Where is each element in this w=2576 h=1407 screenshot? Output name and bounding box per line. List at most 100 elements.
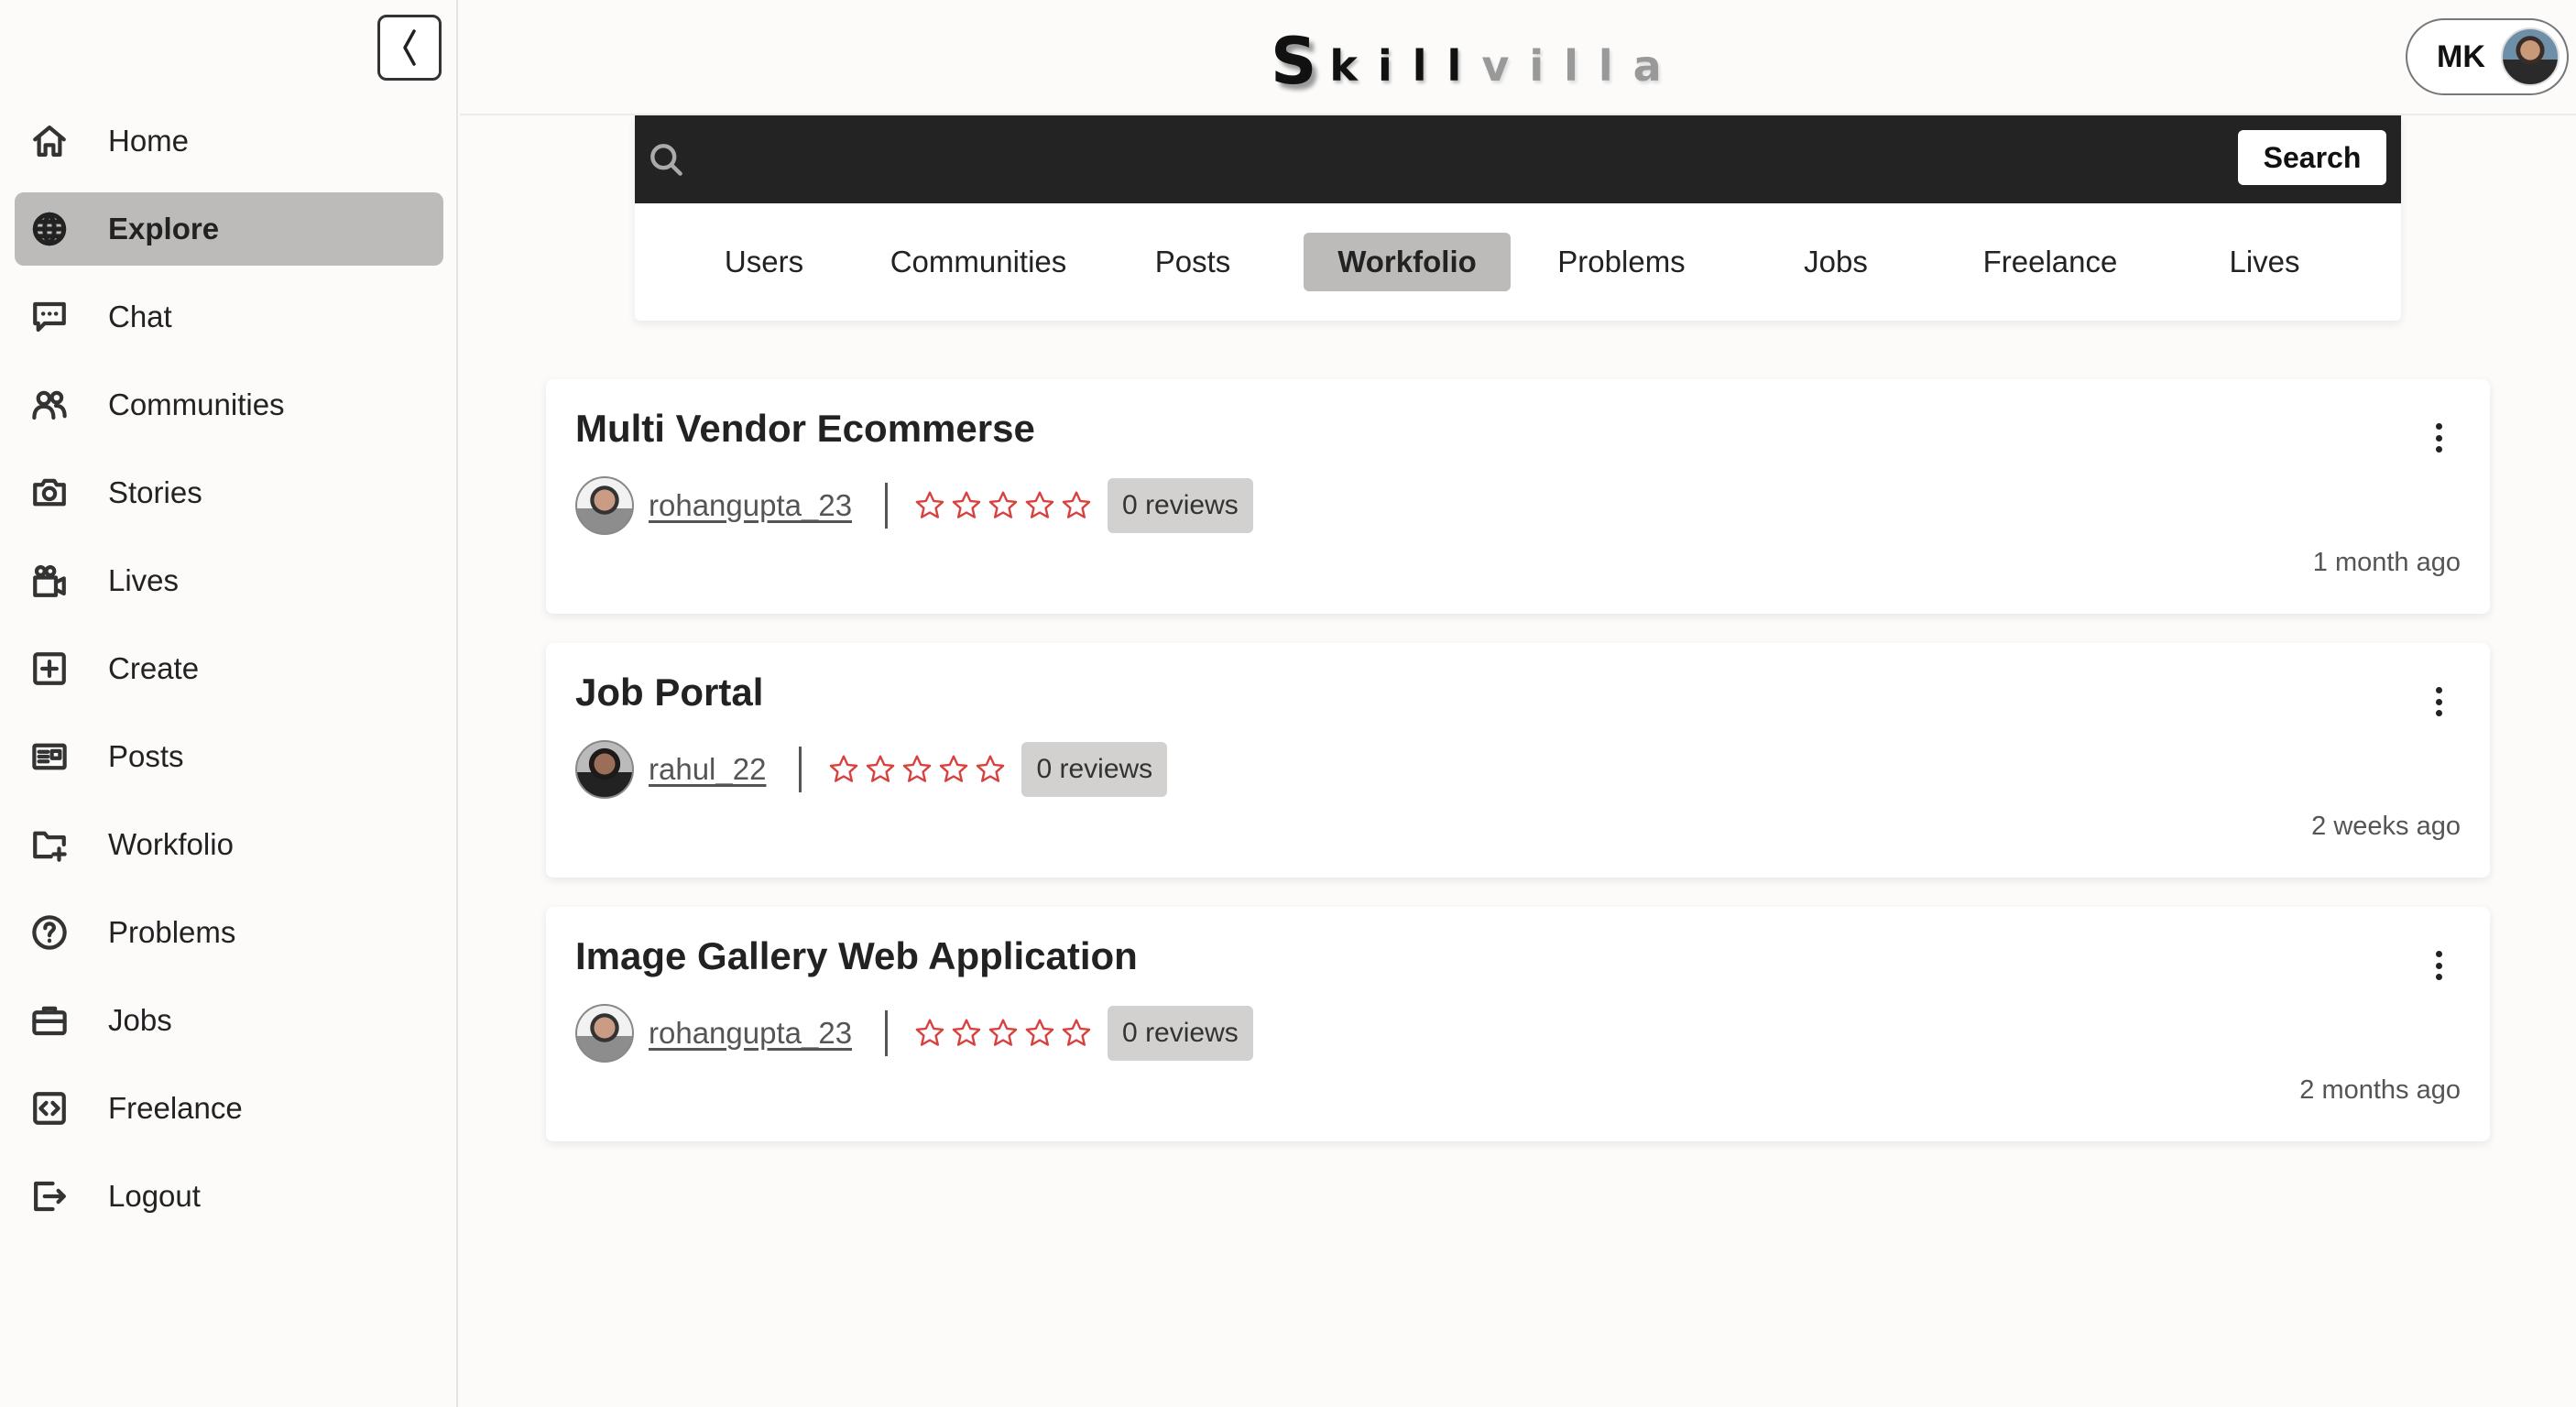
star-rating (913, 1017, 1093, 1050)
star-rating (913, 489, 1093, 522)
author-link[interactable]: rohangupta_23 (649, 1016, 852, 1051)
sidebar-item-label: Explore (108, 212, 220, 245)
explore-tabs: Users Communities Posts Workfolio Proble… (660, 233, 2375, 291)
sidebar-item-workfolio[interactable]: Workfolio (15, 808, 443, 881)
tab-users[interactable]: Users (660, 233, 868, 291)
sidebar-item-chat[interactable]: Chat (15, 280, 443, 354)
star-icon (977, 755, 1005, 782)
star-icon (1062, 491, 1091, 518)
meta-divider (885, 1010, 889, 1056)
user-profile-button[interactable]: MK (2406, 18, 2569, 95)
author-avatar[interactable] (575, 1004, 634, 1063)
sidebar-item-label: Communities (108, 387, 285, 421)
more-options-icon[interactable] (2428, 420, 2450, 456)
sidebar-item-label: Problems (108, 915, 236, 949)
star-icon (988, 1019, 1018, 1046)
tab-jobs[interactable]: Jobs (1732, 233, 1939, 291)
star-icon (915, 491, 944, 518)
workfolio-card[interactable]: Image Gallery Web Application rohangupta… (546, 907, 2490, 1141)
logo-wordmark: killvilla (1329, 38, 1681, 93)
sidebar-item-home[interactable]: Home (15, 104, 443, 178)
tab-workfolio[interactable]: Workfolio (1304, 233, 1511, 291)
users-icon (29, 385, 70, 425)
search-input[interactable] (699, 128, 1945, 191)
tab-lives[interactable]: Lives (2161, 233, 2368, 291)
sidebar-item-lives[interactable]: Lives (15, 544, 443, 617)
author-link[interactable]: rahul_22 (649, 752, 766, 787)
globe-icon (29, 209, 70, 249)
tab-freelance[interactable]: Freelance (1947, 233, 2154, 291)
logo-wordmark-dark: kill (1329, 41, 1482, 91)
explore-search-panel: Search Users Communities Posts Workfolio… (635, 115, 2401, 321)
reviews-badge[interactable]: 0 reviews (1108, 478, 1253, 533)
sidebar-item-posts[interactable]: Posts (15, 720, 443, 793)
workfolio-card[interactable]: Multi Vendor Ecommerse rohangupta_23 0 r… (546, 379, 2490, 614)
workfolio-title[interactable]: Image Gallery Web Application (575, 934, 1138, 978)
sidebar-item-jobs[interactable]: Jobs (15, 984, 443, 1057)
more-options-icon[interactable] (2428, 947, 2450, 984)
search-icon (646, 139, 686, 180)
author-avatar[interactable] (575, 476, 634, 535)
sidebar-item-problems[interactable]: Problems (15, 896, 443, 969)
workfolio-title[interactable]: Job Portal (575, 671, 763, 714)
star-icon (952, 491, 981, 518)
workfolio-card[interactable]: Job Portal rahul_22 0 reviews 2 weeks ag… (546, 643, 2490, 878)
skillvilla-logo[interactable]: S killvilla (1271, 26, 1682, 93)
tab-posts[interactable]: Posts (1089, 233, 1296, 291)
sidebar-item-label: Workfolio (108, 827, 234, 861)
camera-icon (29, 473, 70, 513)
sidebar-item-create[interactable]: Create (15, 632, 443, 705)
timestamp: 1 month ago (2312, 548, 2461, 577)
chevron-left-icon (403, 29, 416, 66)
star-icon (1062, 1019, 1091, 1046)
star-icon (915, 1019, 944, 1046)
reviews-badge[interactable]: 0 reviews (1021, 742, 1168, 797)
workfolio-title[interactable]: Multi Vendor Ecommerse (575, 407, 1035, 451)
sidebar-nav: Home Explore Chat Communities Stories Li… (15, 104, 443, 1248)
star-icon (903, 755, 932, 782)
star-icon (940, 755, 968, 782)
more-options-icon[interactable] (2428, 683, 2450, 720)
workfolio-meta: rahul_22 0 reviews (575, 740, 1168, 799)
logo-wordmark-light: villa (1481, 41, 1682, 91)
author-link[interactable]: rohangupta_23 (649, 488, 852, 523)
tab-communities[interactable]: Communities (875, 233, 1082, 291)
star-icon (952, 1019, 981, 1046)
sidebar: Home Explore Chat Communities Stories Li… (0, 0, 458, 1407)
user-initials: MK (2437, 38, 2485, 74)
timestamp: 2 weeks ago (2311, 812, 2461, 841)
sidebar-item-label: Chat (108, 300, 172, 333)
tab-problems[interactable]: Problems (1518, 233, 1725, 291)
workfolio-meta: rohangupta_23 0 reviews (575, 476, 1253, 535)
star-icon (1025, 491, 1054, 518)
search-button[interactable]: Search (2238, 130, 2386, 185)
search-bar: Search (635, 115, 2401, 203)
star-icon (830, 755, 858, 782)
logo-initial: S (1271, 24, 1317, 99)
sidebar-item-logout[interactable]: Logout (15, 1160, 443, 1233)
collapse-sidebar-button[interactable] (377, 15, 442, 81)
sidebar-item-explore[interactable]: Explore (15, 192, 443, 266)
newspaper-icon (29, 736, 70, 777)
sidebar-item-label: Lives (108, 563, 180, 597)
sidebar-item-stories[interactable]: Stories (15, 456, 443, 529)
chat-icon (29, 297, 70, 337)
sidebar-item-label: Stories (108, 475, 202, 509)
sidebar-item-communities[interactable]: Communities (15, 368, 443, 442)
timestamp: 2 months ago (2299, 1075, 2461, 1105)
reviews-badge[interactable]: 0 reviews (1108, 1006, 1253, 1061)
video-icon (29, 561, 70, 601)
plus-square-icon (29, 649, 70, 689)
code-icon (29, 1088, 70, 1129)
meta-divider (885, 483, 889, 529)
folder-plus-icon (29, 824, 70, 865)
sidebar-item-label: Posts (108, 739, 184, 773)
star-icon (1025, 1019, 1054, 1046)
sidebar-item-label: Home (108, 124, 190, 158)
star-icon (988, 491, 1018, 518)
star-icon (867, 755, 895, 782)
sidebar-item-freelance[interactable]: Freelance (15, 1072, 443, 1145)
question-circle-icon (29, 912, 70, 953)
author-avatar[interactable] (575, 740, 634, 799)
home-icon (29, 121, 70, 161)
